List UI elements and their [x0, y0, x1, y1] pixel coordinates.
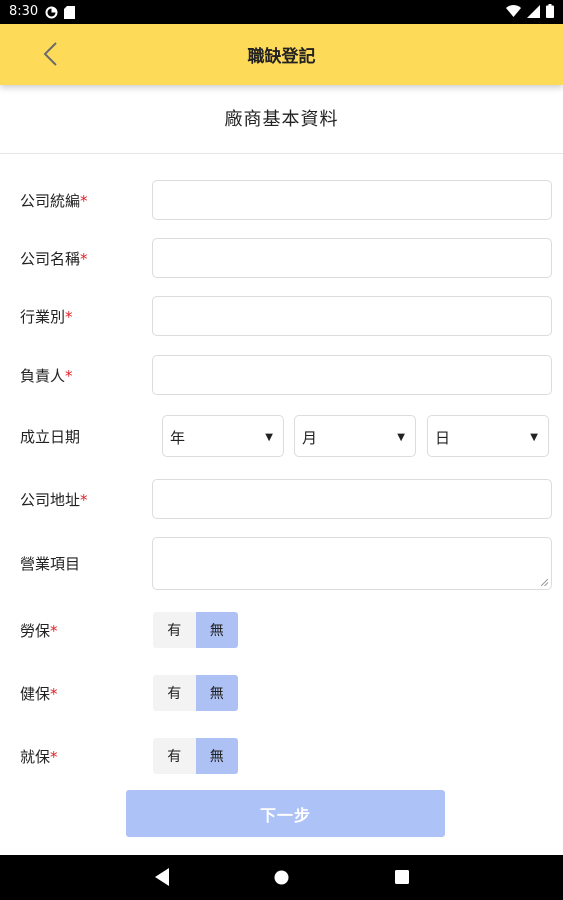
dropdown-arrow-icon: ▼ — [530, 432, 538, 443]
employment-insurance-no-option[interactable]: 無 — [195, 738, 238, 774]
address-label: 公司地址* — [20, 489, 88, 510]
required-mark: * — [65, 367, 73, 385]
tax-id-label: 公司統編* — [20, 190, 88, 211]
year-select-value: 年 — [170, 429, 186, 447]
status-system-icons — [506, 4, 554, 18]
health-insurance-toggle: 有 無 — [153, 675, 238, 711]
company-name-label-text: 公司名稱 — [20, 250, 81, 268]
circle-home-icon[interactable] — [274, 870, 289, 885]
employment-insurance-label-text: 就保 — [20, 748, 51, 766]
industry-label-text: 行業別 — [20, 308, 66, 326]
founded-date-label: 成立日期 — [20, 428, 81, 446]
year-select[interactable]: 年 ▼ — [162, 415, 284, 457]
section-header: 廠商基本資料 — [0, 85, 563, 154]
required-mark: * — [50, 622, 58, 640]
resize-grip-icon[interactable] — [541, 579, 548, 586]
required-mark: * — [80, 192, 88, 210]
business-items-wrapper — [152, 537, 552, 590]
tax-id-label-text: 公司統編 — [20, 192, 81, 210]
signal-icon — [527, 4, 540, 18]
triangle-back-icon[interactable] — [155, 868, 169, 886]
required-mark: * — [65, 308, 73, 326]
employment-insurance-yes-option[interactable]: 有 — [153, 738, 196, 774]
company-name-label: 公司名稱* — [20, 248, 88, 269]
company-name-input[interactable] — [152, 238, 552, 278]
industry-input[interactable] — [152, 296, 552, 336]
wifi-icon — [506, 5, 521, 17]
battery-icon — [546, 4, 554, 18]
required-mark: * — [80, 491, 88, 509]
health-insurance-row: 健保* 有 無 — [0, 675, 563, 711]
sd-card-icon — [64, 6, 75, 19]
system-nav-bar — [0, 855, 563, 900]
business-items-label: 營業項目 — [20, 555, 81, 573]
business-items-textarea[interactable] — [152, 537, 552, 590]
square-recents-icon[interactable] — [395, 870, 409, 884]
tax-id-input[interactable] — [152, 180, 552, 220]
address-label-text: 公司地址 — [20, 491, 81, 509]
required-mark: * — [50, 748, 58, 766]
day-select[interactable]: 日 ▼ — [427, 415, 549, 457]
required-mark: * — [50, 685, 58, 703]
section-title: 廠商基本資料 — [224, 109, 339, 130]
labor-insurance-label: 勞保* — [20, 620, 58, 641]
status-bar: 8:30 — [0, 0, 563, 24]
labor-insurance-no-option[interactable]: 無 — [195, 612, 238, 648]
status-notifications — [45, 6, 75, 19]
employment-insurance-label: 就保* — [20, 746, 58, 767]
next-step-button[interactable]: 下一步 — [126, 790, 445, 837]
health-insurance-yes-option[interactable]: 有 — [153, 675, 196, 711]
owner-label: 負責人* — [20, 365, 73, 386]
employment-insurance-toggle: 有 無 — [153, 738, 238, 774]
app-notification-icon — [45, 6, 58, 19]
founded-date-row: 成立日期 年 ▼ 月 ▼ 日 ▼ — [0, 415, 563, 457]
day-select-value: 日 — [435, 429, 451, 447]
month-select[interactable]: 月 ▼ — [294, 415, 416, 457]
dropdown-arrow-icon: ▼ — [265, 432, 273, 443]
page-title: 職缺登記 — [247, 47, 316, 67]
industry-label: 行業別* — [20, 306, 73, 327]
labor-insurance-toggle: 有 無 — [153, 612, 238, 648]
app-bar: 職缺登記 — [0, 24, 563, 85]
health-insurance-no-option[interactable]: 無 — [195, 675, 238, 711]
address-input[interactable] — [152, 479, 552, 519]
month-select-value: 月 — [302, 429, 318, 447]
labor-insurance-yes-option[interactable]: 有 — [153, 612, 196, 648]
owner-input[interactable] — [152, 355, 552, 395]
labor-insurance-label-text: 勞保 — [20, 622, 51, 640]
required-mark: * — [80, 250, 88, 268]
owner-label-text: 負責人 — [20, 367, 66, 385]
status-time: 8:30 — [9, 4, 39, 19]
health-insurance-label: 健保* — [20, 683, 58, 704]
dropdown-arrow-icon: ▼ — [397, 432, 405, 443]
employment-insurance-row: 就保* 有 無 — [0, 738, 563, 774]
health-insurance-label-text: 健保 — [20, 685, 51, 703]
labor-insurance-row: 勞保* 有 無 — [0, 612, 563, 648]
